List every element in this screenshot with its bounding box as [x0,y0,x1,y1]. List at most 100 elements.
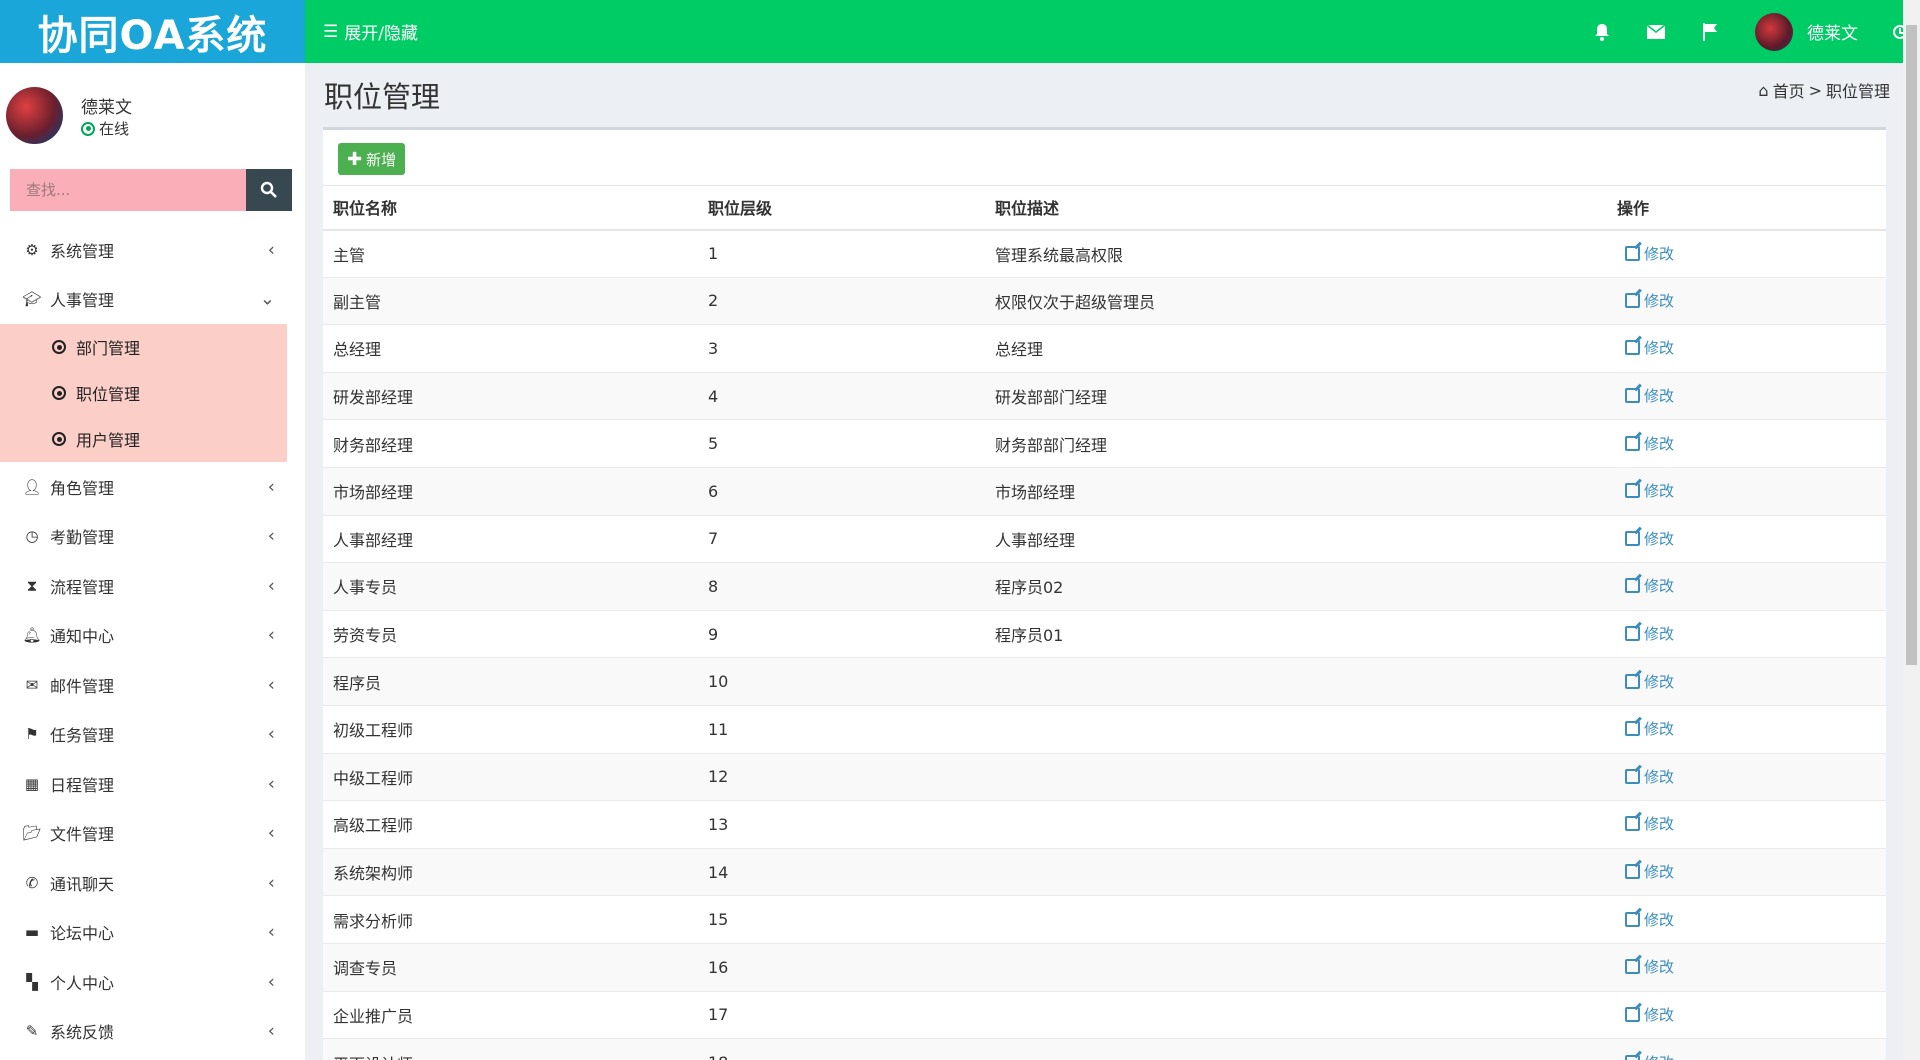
edit-icon [1625,388,1640,404]
edit-link[interactable]: 修改 [1617,243,1674,264]
sidebar-item-label: 通讯聊天 [50,874,115,894]
scrollbar-thumb[interactable] [1906,25,1917,665]
sidebar-item-file[interactable]: 📂︎ 文件管理 ‹ [0,809,287,859]
cell-position-level: 8 [698,562,985,611]
edit-link[interactable]: 修改 [1617,290,1674,311]
sidebar-item-role[interactable]: 👤︎ 角色管理 ‹ [0,462,287,512]
bell-icon[interactable] [1575,0,1629,63]
edit-link[interactable]: 修改 [1617,528,1674,549]
sidebar-item-system[interactable]: ⚙ 系统管理 ‹ [0,225,287,275]
sidebar-item-personal[interactable]: ▚ 个人中心 ‹ [0,957,287,1007]
column-header-action: 操作 [1607,185,1886,231]
edit-icon [1625,1054,1640,1060]
sidebar-item-mail[interactable]: ✉ 邮件管理 ‹ [0,660,287,710]
column-header-level: 职位层级 [698,185,985,231]
edit-link[interactable]: 修改 [1617,766,1674,787]
envelope-icon[interactable] [1629,0,1683,63]
cell-position-level: 7 [698,514,985,563]
sidebar-item-notice[interactable]: 🔔︎ 通知中心 ‹ [0,611,287,661]
chevron-left-icon: ‹ [267,624,275,646]
edit-link[interactable]: 修改 [1617,1004,1674,1025]
search-button[interactable] [246,169,292,211]
sidebar-item-task[interactable]: ⚑ 任务管理 ‹ [0,710,287,760]
table-row: 平面设计师18 修改 [323,1038,1886,1060]
edit-link[interactable]: 修改 [1617,337,1674,358]
cell-position-level: 9 [698,609,985,658]
edit-link[interactable]: 修改 [1617,433,1674,454]
table-row: 系统架构师 14 修改 [323,847,1886,896]
edit-link[interactable]: 修改 [1617,671,1674,692]
sidebar-toggle[interactable]: ☰ 展开/隐藏 [323,0,418,63]
table-row: 需求分析师 15 修改 [323,895,1886,944]
cell-action: 修改 [1607,990,1886,1039]
cell-position-name: 高级工程师 [323,800,698,849]
page-title: 职位管理 [324,80,441,114]
edit-icon [1625,673,1640,689]
app-logo[interactable]: 协同OA系统 [0,0,305,63]
column-header-description: 职位描述 [985,185,1607,231]
cell-position-name: 初级工程师 [323,704,698,754]
edit-label: 修改 [1644,863,1675,882]
edit-icon [1625,959,1640,975]
graduation-cap-icon: 🎓︎ [22,290,42,309]
cell-position-description [985,990,1607,1039]
user-menu[interactable]: 德莱文 [1737,12,1880,51]
edit-icon [1625,483,1640,499]
cell-action: 修改 [1607,371,1886,420]
edit-icon [1625,530,1640,546]
cell-position-description [985,847,1607,896]
sidebar-item-feedback[interactable]: ✎ 系统反馈 ‹ [0,1007,287,1057]
sidebar-item-attendance[interactable]: ◷ 考勤管理 ‹ [0,512,287,562]
submenu-item-department[interactable]: 部门管理 [0,324,287,370]
edit-icon [1625,292,1640,308]
page-scrollbar[interactable] [1903,0,1920,1060]
add-button[interactable]: ✚ 新增 [338,143,406,175]
sidebar-item-chat[interactable]: ✆ 通讯聊天 ‹ [0,858,287,908]
sidebar-item-forum[interactable]: ▬ 论坛中心 ‹ [0,908,287,958]
edit-link[interactable]: 修改 [1617,861,1674,882]
edit-label: 修改 [1644,958,1675,977]
cell-position-name: 人事部经理 [323,514,698,563]
status-circle-icon [81,121,95,136]
cell-position-name: 财务部经理 [323,419,698,468]
edit-link[interactable]: 修改 [1617,718,1674,739]
chevron-left-icon: ‹ [267,921,275,943]
cell-position-name: 研发部经理 [323,371,698,420]
edit-link[interactable]: 修改 [1617,385,1674,406]
cell-position-name: 中级工程师 [323,752,698,801]
edit-icon [1625,626,1640,642]
cell-position-name: 人事专员 [323,562,698,611]
cell-position-name: 企业推广员 [323,990,698,1039]
submenu-item-position[interactable]: 职位管理 [0,370,287,416]
chevron-left-icon: ‹ [267,476,275,498]
hourglass-icon: ⧗ [26,576,38,595]
search-input[interactable] [10,169,246,211]
edit-link[interactable]: 修改 [1617,813,1674,834]
edit-link[interactable]: 修改 [1617,623,1674,644]
grid-icon: ▚ [26,972,38,991]
table-row: 企业推广员 17 修改 [323,990,1886,1039]
edit-link[interactable]: 修改 [1617,575,1674,596]
add-button-label: 新增 [366,150,397,169]
breadcrumb: ⌂ 首页 > 职位管理 [1758,78,1890,102]
flag-icon[interactable] [1683,0,1737,63]
sidebar-item-process[interactable]: ⧗ 流程管理 ‹ [0,561,287,611]
cell-position-description [985,942,1607,991]
submenu-item-label: 部门管理 [76,339,141,358]
edit-link[interactable]: 修改 [1617,956,1674,977]
cell-position-name: 平面设计师 [323,1038,698,1060]
sidebar: 德莱文 在线 ⚙ 系统管理 ‹ 🎓︎ 人事管理 ⌄ 部门管理 [0,63,305,1060]
cell-position-level: 12 [698,752,985,801]
edit-link[interactable]: 修改 [1617,480,1674,501]
sidebar-item-schedule[interactable]: ▦ 日程管理 ‹ [0,759,287,809]
sidebar-item-hr[interactable]: 🎓︎ 人事管理 ⌄ [0,275,287,325]
submenu-item-user[interactable]: 用户管理 [0,416,287,462]
cell-action: 修改 [1607,229,1886,278]
circle-dot-icon [52,432,66,446]
hr-submenu: 部门管理 职位管理 用户管理 [0,324,287,462]
cell-action: 修改 [1607,704,1886,754]
breadcrumb-home[interactable]: 首页 [1773,78,1805,102]
edit-link[interactable]: 修改 [1617,1052,1674,1060]
edit-link[interactable]: 修改 [1617,909,1674,930]
cell-action: 修改 [1607,514,1886,563]
